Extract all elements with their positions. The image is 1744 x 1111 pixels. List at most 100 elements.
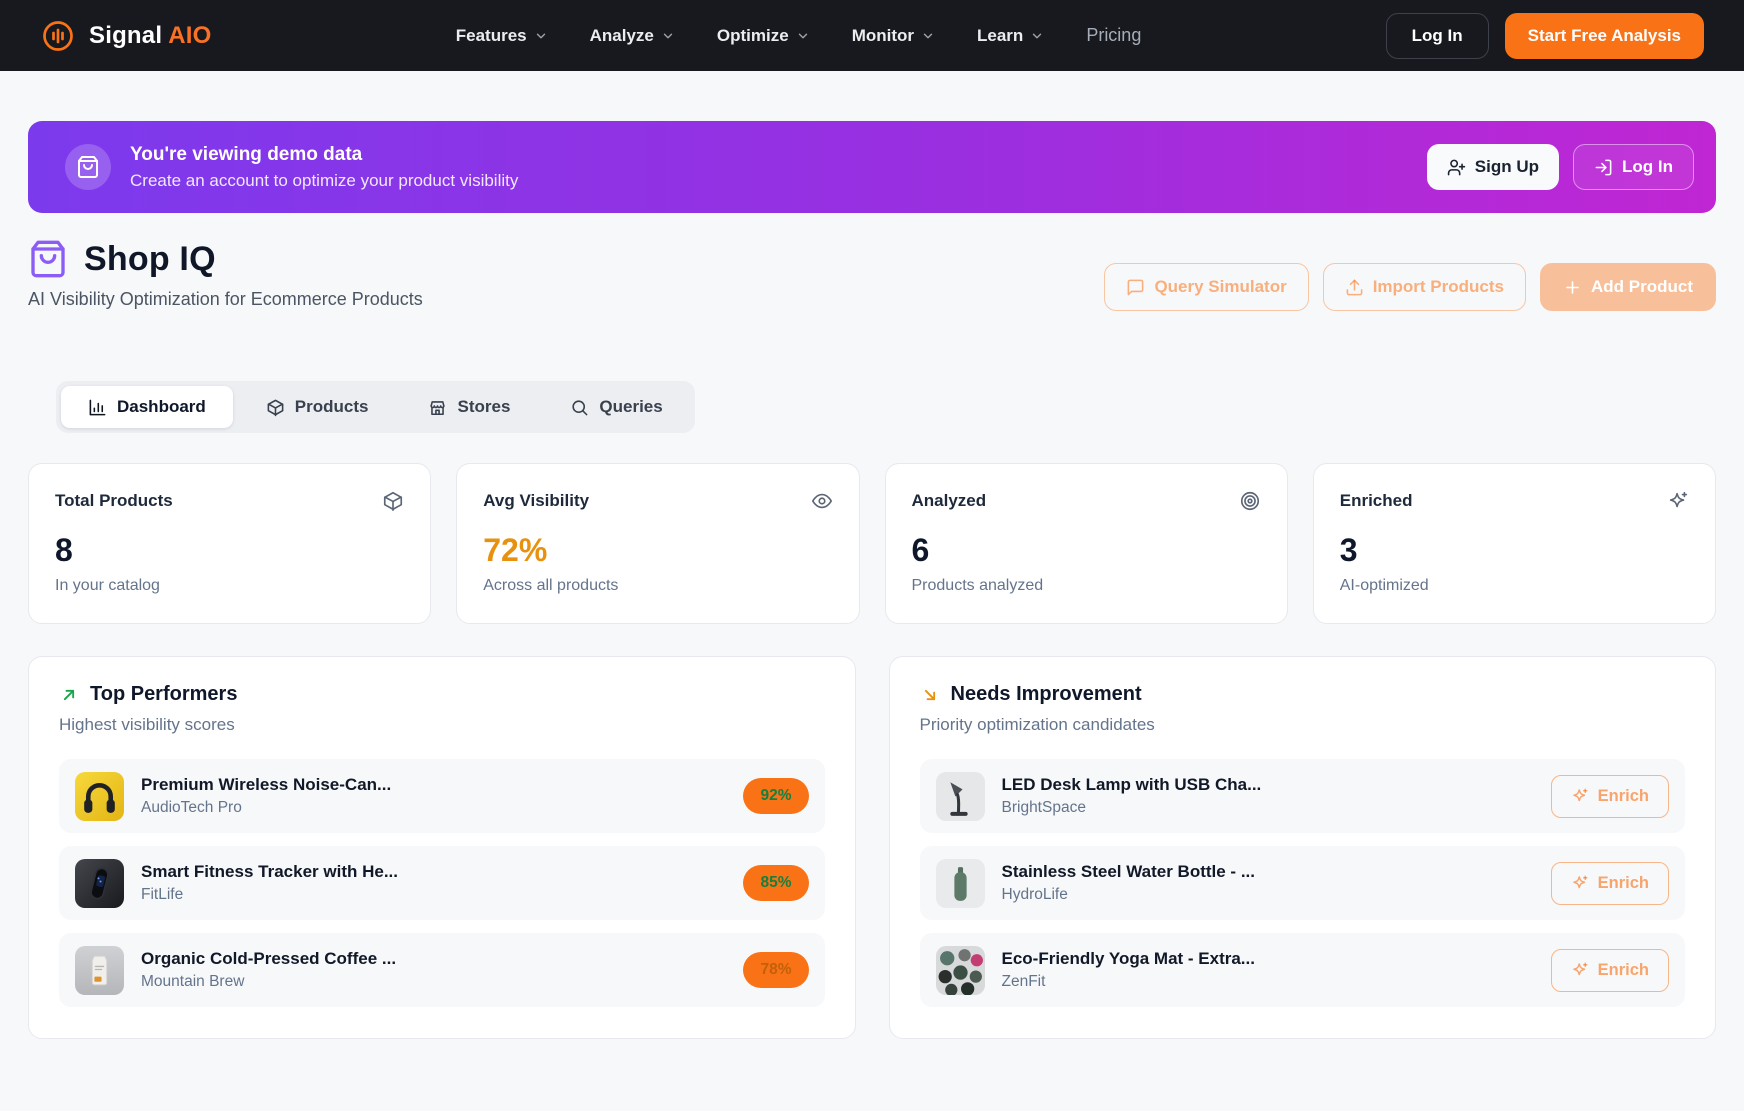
product-row[interactable]: LED Desk Lamp with USB Cha... BrightSpac… bbox=[920, 759, 1686, 833]
enrich-button[interactable]: Enrich bbox=[1551, 775, 1669, 818]
page-actions: Query Simulator Import Products Add Prod… bbox=[1104, 263, 1716, 311]
water-bottle-thumbnail bbox=[936, 859, 985, 908]
stat-value: 72% bbox=[483, 532, 832, 569]
visibility-score-badge: 78% bbox=[743, 952, 808, 988]
product-name: Eco-Friendly Yoga Mat - Extra... bbox=[1002, 949, 1255, 969]
stat-label: Total Products bbox=[55, 491, 173, 511]
brand[interactable]: SignalAIO bbox=[40, 18, 212, 54]
import-products-label: Import Products bbox=[1373, 277, 1504, 297]
product-row[interactable]: Stainless Steel Water Bottle - ... Hydro… bbox=[920, 846, 1686, 920]
chevron-down-icon bbox=[796, 29, 810, 43]
headphones-thumbnail bbox=[75, 772, 124, 821]
brand-name: SignalAIO bbox=[89, 22, 212, 50]
stat-label: Avg Visibility bbox=[483, 491, 589, 511]
shopping-bag-icon bbox=[76, 155, 100, 179]
product-name: Smart Fitness Tracker with He... bbox=[141, 862, 398, 882]
banner-icon-circle bbox=[65, 144, 111, 190]
sparkles-icon bbox=[1667, 490, 1689, 512]
nav-item-learn[interactable]: Learn bbox=[977, 26, 1044, 46]
fitness-tracker-thumbnail bbox=[75, 859, 124, 908]
shop-iq-bag-icon bbox=[28, 239, 68, 279]
nav-item-optimize[interactable]: Optimize bbox=[717, 26, 810, 46]
visibility-score-badge: 92% bbox=[743, 778, 808, 814]
arrow-down-right-icon bbox=[920, 685, 940, 705]
sparkles-icon bbox=[1571, 961, 1589, 979]
enrich-label: Enrich bbox=[1598, 787, 1649, 806]
stat-cards: Total Products 8 In your catalog Avg Vis… bbox=[28, 463, 1716, 624]
import-products-button[interactable]: Import Products bbox=[1323, 263, 1526, 311]
product-brand: BrightSpace bbox=[1002, 799, 1262, 817]
stat-value: 8 bbox=[55, 532, 404, 569]
stat-label: Enriched bbox=[1340, 491, 1413, 511]
package-icon bbox=[266, 398, 285, 417]
tab-label: Products bbox=[295, 397, 369, 417]
store-icon bbox=[428, 398, 447, 417]
plus-icon bbox=[1563, 278, 1582, 297]
visibility-score-badge: 85% bbox=[743, 865, 808, 901]
product-name: Organic Cold-Pressed Coffee ... bbox=[141, 949, 396, 969]
chevron-down-icon bbox=[921, 29, 935, 43]
user-plus-icon bbox=[1447, 158, 1466, 177]
chevron-down-icon bbox=[661, 29, 675, 43]
top-navigation: SignalAIO Features Analyze Optimize Moni… bbox=[0, 0, 1744, 71]
signup-button[interactable]: Sign Up bbox=[1427, 144, 1559, 190]
login-button[interactable]: Log In bbox=[1386, 13, 1489, 59]
page-title: Shop IQ bbox=[84, 240, 216, 279]
add-product-button[interactable]: Add Product bbox=[1540, 263, 1716, 311]
dashboard-panels: Top Performers Highest visibility scores… bbox=[28, 656, 1716, 1039]
panel-subtitle: Priority optimization candidates bbox=[920, 715, 1686, 735]
banner-title: You're viewing demo data bbox=[130, 144, 518, 166]
product-row[interactable]: Organic Cold-Pressed Coffee ... Mountain… bbox=[59, 933, 825, 1007]
chevron-down-icon bbox=[534, 29, 548, 43]
tab-label: Stores bbox=[457, 397, 510, 417]
nav-item-label: Analyze bbox=[590, 26, 654, 46]
nav-item-pricing[interactable]: Pricing bbox=[1086, 25, 1141, 46]
stat-card-total-products: Total Products 8 In your catalog bbox=[28, 463, 431, 624]
nav-item-label: Features bbox=[456, 26, 527, 46]
main-nav: Features Analyze Optimize Monitor Learn … bbox=[212, 25, 1386, 46]
nav-item-monitor[interactable]: Monitor bbox=[852, 26, 935, 46]
tab-products[interactable]: Products bbox=[239, 386, 396, 428]
stat-card-analyzed: Analyzed 6 Products analyzed bbox=[885, 463, 1288, 624]
start-free-analysis-button[interactable]: Start Free Analysis bbox=[1505, 13, 1704, 59]
desk-lamp-thumbnail bbox=[936, 772, 985, 821]
view-tabs: Dashboard Products Stores Queries bbox=[56, 381, 695, 433]
nav-item-label: Learn bbox=[977, 26, 1023, 46]
stat-caption: Products analyzed bbox=[912, 577, 1261, 595]
banner-actions: Sign Up Log In bbox=[1427, 144, 1694, 190]
signal-logo-icon bbox=[40, 18, 76, 54]
panel-title: Needs Improvement bbox=[951, 683, 1142, 706]
query-simulator-label: Query Simulator bbox=[1154, 277, 1286, 297]
tab-stores[interactable]: Stores bbox=[401, 386, 537, 428]
nav-item-label: Optimize bbox=[717, 26, 789, 46]
stat-value: 6 bbox=[912, 532, 1261, 569]
chevron-down-icon bbox=[1030, 29, 1044, 43]
product-row[interactable]: Premium Wireless Noise-Can... AudioTech … bbox=[59, 759, 825, 833]
panel-title: Top Performers bbox=[90, 683, 237, 706]
product-row[interactable]: Eco-Friendly Yoga Mat - Extra... ZenFit … bbox=[920, 933, 1686, 1007]
enrich-button[interactable]: Enrich bbox=[1551, 862, 1669, 905]
product-name: Stainless Steel Water Bottle - ... bbox=[1002, 862, 1256, 882]
banner-login-button[interactable]: Log In bbox=[1573, 144, 1694, 190]
search-icon bbox=[570, 398, 589, 417]
brand-suffix: AIO bbox=[168, 22, 211, 49]
product-brand: Mountain Brew bbox=[141, 973, 396, 991]
tab-queries[interactable]: Queries bbox=[543, 386, 689, 428]
page-header: Shop IQ AI Visibility Optimization for E… bbox=[28, 239, 1716, 311]
enrich-button[interactable]: Enrich bbox=[1551, 949, 1669, 992]
eye-icon bbox=[811, 490, 833, 512]
needs-improvement-panel: Needs Improvement Priority optimization … bbox=[889, 656, 1717, 1039]
enrich-label: Enrich bbox=[1598, 874, 1649, 893]
nav-item-analyze[interactable]: Analyze bbox=[590, 26, 675, 46]
product-info: Premium Wireless Noise-Can... AudioTech … bbox=[141, 775, 391, 817]
product-brand: ZenFit bbox=[1002, 973, 1255, 991]
product-row[interactable]: Smart Fitness Tracker with He... FitLife… bbox=[59, 846, 825, 920]
nav-item-features[interactable]: Features bbox=[456, 26, 548, 46]
tab-label: Dashboard bbox=[117, 397, 206, 417]
banner-login-label: Log In bbox=[1622, 157, 1673, 177]
banner-text: You're viewing demo data Create an accou… bbox=[130, 144, 518, 191]
bar-chart-icon bbox=[88, 398, 107, 417]
tab-dashboard[interactable]: Dashboard bbox=[61, 386, 233, 428]
query-simulator-button[interactable]: Query Simulator bbox=[1104, 263, 1308, 311]
product-brand: AudioTech Pro bbox=[141, 799, 391, 817]
